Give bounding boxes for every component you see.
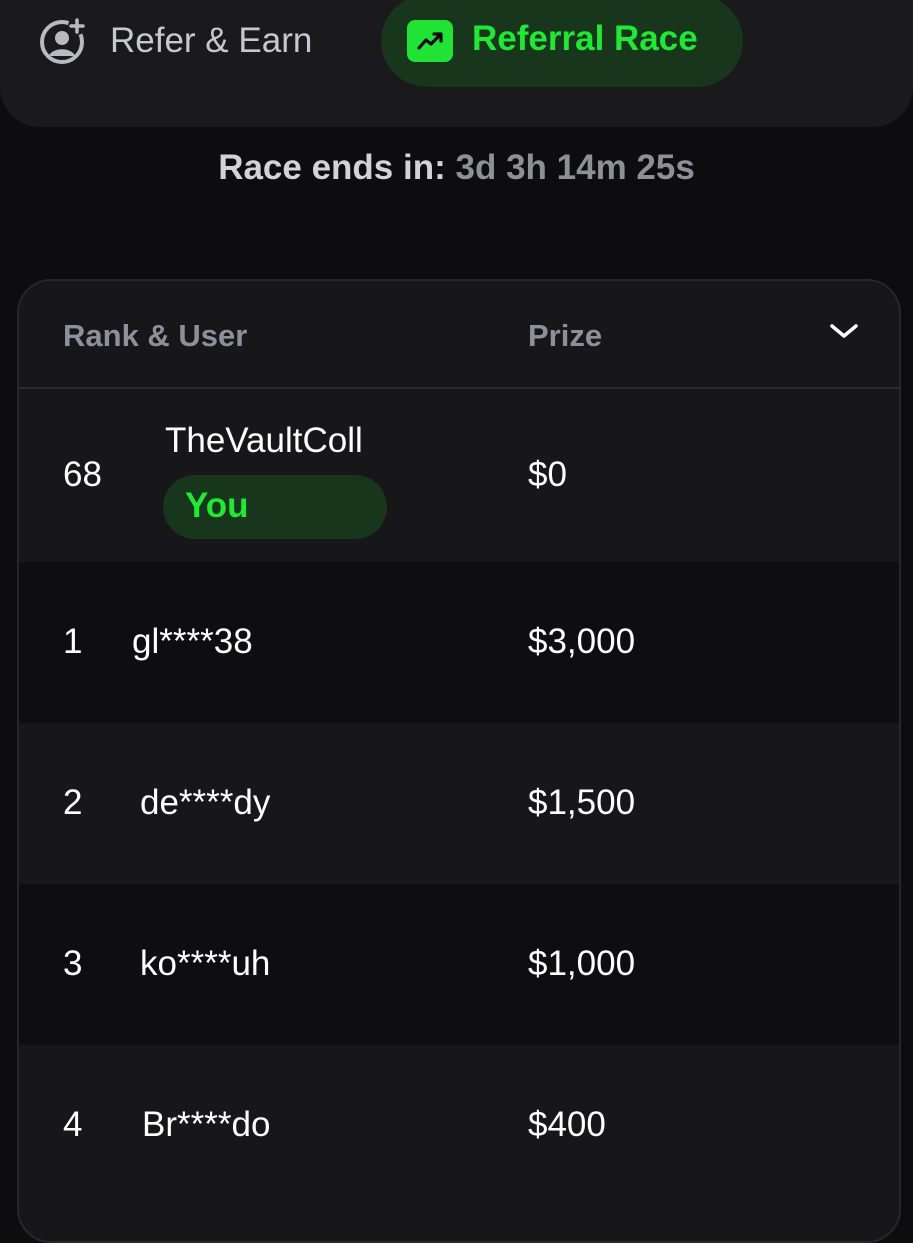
row-prize: $1,500 — [528, 783, 636, 822]
header-rank-user: Rank & User — [63, 318, 248, 353]
countdown-label: Race ends in: — [218, 148, 446, 187]
leaderboard: Rank & User Prize 68 TheVaultColl You $0… — [17, 279, 901, 1243]
table-row: 2 de****dy $1,500 — [19, 723, 899, 884]
row-user: gl****38 — [132, 622, 253, 661]
trending-up-icon — [407, 20, 453, 62]
tab-referral-race[interactable]: Referral Race — [381, 0, 743, 87]
row-rank: 2 — [63, 783, 83, 822]
tab-bar: Refer & Earn Referral Race — [0, 0, 913, 127]
row-rank: 3 — [63, 944, 83, 983]
tab-refer-label: Refer & Earn — [110, 21, 313, 60]
row-prize: $400 — [528, 1105, 606, 1144]
tab-refer-and-earn[interactable]: Refer & Earn — [38, 0, 312, 87]
header-prize: Prize — [528, 318, 603, 353]
row-prize: $1,000 — [528, 944, 636, 983]
leaderboard-header: Rank & User Prize — [19, 281, 899, 389]
current-user-prize: $0 — [528, 455, 567, 494]
race-countdown: Race ends in: 3d 3h 14m 25s — [0, 148, 913, 188]
tab-race-label: Referral Race — [472, 19, 698, 58]
table-row: 1 gl****38 $3,000 — [19, 562, 899, 723]
table-row: 4 Br****do $400 — [19, 1045, 899, 1241]
row-rank: 1 — [63, 622, 83, 661]
row-user: Br****do — [142, 1105, 271, 1144]
current-user-rank: 68 — [63, 455, 102, 494]
row-rank: 4 — [63, 1105, 83, 1144]
table-row: 3 ko****uh $1,000 — [19, 884, 899, 1045]
row-user: ko****uh — [140, 944, 271, 983]
current-user-name: TheVaultColl — [165, 421, 363, 460]
you-badge-label: You — [185, 486, 249, 525]
add-user-circle-icon — [40, 17, 86, 64]
chevron-down-icon[interactable] — [829, 321, 859, 341]
you-badge: You — [163, 475, 387, 539]
countdown-value: 3d 3h 14m 25s — [455, 148, 695, 187]
current-user-row: 68 TheVaultColl You $0 — [19, 389, 899, 562]
row-user: de****dy — [140, 783, 271, 822]
row-prize: $3,000 — [528, 622, 636, 661]
